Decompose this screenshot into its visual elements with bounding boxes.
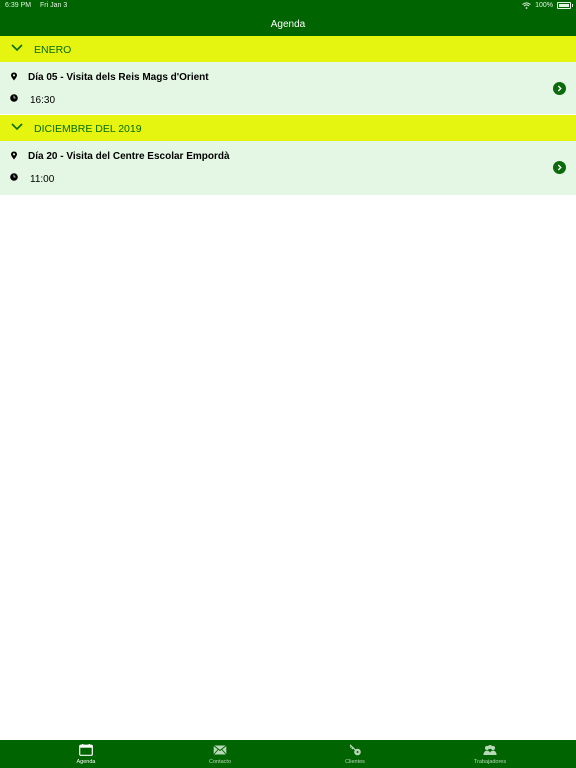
- tab-label: Trabajadores: [473, 759, 507, 765]
- section-title: ENERO: [34, 44, 72, 56]
- section-header-diciembre-2019[interactable]: DICIEMBRE DEL 2019: [0, 115, 576, 141]
- status-date: Fri Jan 3: [40, 2, 68, 9]
- chevron-down-icon: [11, 123, 23, 131]
- tab-clientes[interactable]: Clientes: [283, 740, 427, 768]
- list-item[interactable]: Día 05 - Visita dels Reis Mags d'Orient …: [0, 62, 576, 114]
- tab-agenda[interactable]: Agenda: [14, 740, 158, 768]
- chevron-down-icon: [11, 44, 23, 52]
- section-header-enero[interactable]: ENERO: [0, 36, 576, 62]
- event-title: Día 20 - Visita del Centre Escolar Empor…: [28, 151, 230, 162]
- clock-icon: [10, 94, 18, 102]
- envelope-icon: [213, 745, 227, 755]
- tab-label: Clientes: [345, 759, 365, 765]
- location-pin-icon: [11, 151, 17, 160]
- section-title: DICIEMBRE DEL 2019: [34, 123, 142, 135]
- event-time: 16:30: [30, 95, 56, 106]
- nav-bar: Agenda: [0, 12, 576, 36]
- location-pin-icon: [11, 72, 17, 81]
- calendar-icon: [79, 744, 93, 756]
- people-icon: [483, 745, 497, 755]
- chevron-right-icon[interactable]: [553, 82, 566, 95]
- battery-percent: 100%: [535, 2, 553, 9]
- event-time: 11:00: [30, 174, 55, 185]
- status-bar: 6:39 PM Fri Jan 3 100%: [0, 0, 576, 12]
- clock-icon: [10, 173, 18, 181]
- page-title: Agenda: [270, 18, 306, 30]
- key-icon: [349, 744, 361, 756]
- battery-icon: [557, 2, 573, 9]
- tab-label: Agenda: [76, 759, 96, 765]
- tab-label: Contacto: [208, 759, 231, 765]
- tab-bar: Agenda Contacto Clientes Trabajadores: [0, 740, 576, 768]
- tab-trabajadores[interactable]: Trabajadores: [418, 740, 562, 768]
- wifi-icon: [522, 2, 531, 9]
- list-item[interactable]: Día 20 - Visita del Centre Escolar Empor…: [0, 141, 576, 195]
- tab-contacto[interactable]: Contacto: [148, 740, 292, 768]
- chevron-right-icon[interactable]: [553, 161, 566, 174]
- event-title: Día 05 - Visita dels Reis Mags d'Orient: [28, 72, 209, 83]
- status-time: 6:39 PM: [5, 2, 32, 9]
